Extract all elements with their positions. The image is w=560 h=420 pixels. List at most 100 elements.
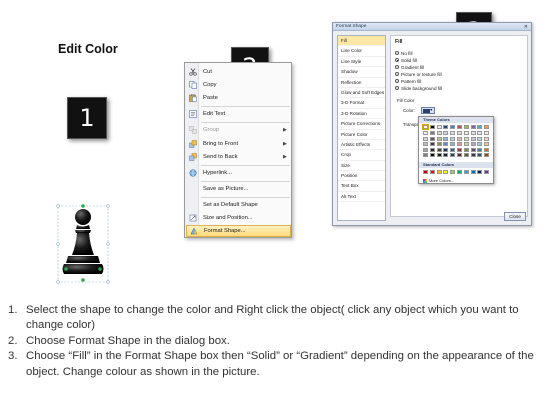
theme-color-shade-swatch[interactable]: [470, 147, 476, 152]
theme-color-shade-swatch[interactable]: [484, 147, 490, 152]
standard-color-swatch[interactable]: [436, 170, 442, 174]
theme-color-shade-swatch[interactable]: [470, 131, 476, 135]
menu-item-size-position[interactable]: Size and Position...: [186, 212, 291, 224]
category-line-style[interactable]: Line Style: [338, 57, 385, 68]
menu-item-set-default-shape[interactable]: Set as Default Shape: [186, 199, 291, 211]
theme-color-shade-swatch[interactable]: [484, 136, 490, 141]
category-3d-rotation[interactable]: 3-D Rotation: [338, 109, 385, 120]
standard-color-swatch[interactable]: [450, 170, 456, 174]
theme-color-shade-swatch[interactable]: [429, 131, 435, 135]
standard-color-swatch[interactable]: [470, 170, 476, 174]
theme-color-shade-swatch[interactable]: [470, 136, 476, 141]
menu-item-edit-text[interactable]: Edit Text: [186, 108, 291, 120]
category-position[interactable]: Position: [338, 171, 385, 182]
theme-color-shade-swatch[interactable]: [450, 131, 456, 135]
theme-color-shade-swatch[interactable]: [463, 147, 469, 152]
theme-color-shade-swatch[interactable]: [443, 153, 449, 158]
theme-color-shade-swatch[interactable]: [423, 153, 428, 158]
menu-item-bring-to-front[interactable]: Bring to Front ▶: [186, 138, 291, 150]
fill-option-pattern[interactable]: Pattern fill: [395, 78, 421, 84]
theme-color-shade-swatch[interactable]: [457, 136, 462, 141]
theme-color-shade-swatch[interactable]: [463, 142, 469, 147]
standard-color-swatch[interactable]: [463, 170, 469, 174]
theme-color-shade-swatch[interactable]: [450, 136, 456, 141]
fill-option-gradient[interactable]: Gradient fill: [395, 64, 424, 70]
theme-color-shade-swatch[interactable]: [443, 136, 449, 141]
category-crop[interactable]: Crop: [338, 150, 385, 161]
theme-color-shade-swatch[interactable]: [429, 136, 435, 141]
category-line-color[interactable]: Line Color: [338, 46, 385, 57]
category-picture-corrections[interactable]: Picture Corrections: [338, 119, 385, 130]
theme-color-swatch[interactable]: [477, 125, 483, 129]
theme-color-shade-swatch[interactable]: [463, 131, 469, 135]
category-fill[interactable]: Fill: [338, 36, 385, 47]
theme-color-shade-swatch[interactable]: [423, 147, 428, 152]
theme-color-shade-swatch[interactable]: [450, 147, 456, 152]
theme-color-shade-swatch[interactable]: [477, 131, 483, 135]
theme-color-swatch[interactable]: [443, 125, 449, 129]
menu-item-cut[interactable]: Cut: [186, 66, 291, 78]
theme-color-shade-swatch[interactable]: [463, 136, 469, 141]
category-3d-format[interactable]: 3-D Format: [338, 98, 385, 109]
theme-color-shade-swatch[interactable]: [436, 131, 442, 135]
theme-color-shade-swatch[interactable]: [457, 147, 462, 152]
theme-color-shade-swatch[interactable]: [450, 153, 456, 158]
theme-color-shade-swatch[interactable]: [477, 142, 483, 147]
fill-option-slide-background[interactable]: Slide background fill: [395, 85, 442, 91]
category-glow-soft-edges[interactable]: Glow and Soft Edges: [338, 88, 385, 99]
theme-color-swatch[interactable]: [463, 125, 469, 129]
theme-color-swatch[interactable]: [436, 125, 442, 129]
theme-color-shade-swatch[interactable]: [463, 153, 469, 158]
standard-color-swatch[interactable]: [457, 170, 462, 174]
theme-color-shade-swatch[interactable]: [436, 142, 442, 147]
theme-color-shade-swatch[interactable]: [457, 142, 462, 147]
fill-option-no-fill[interactable]: No fill: [395, 50, 413, 56]
theme-color-shade-swatch[interactable]: [484, 153, 490, 158]
theme-color-shade-swatch[interactable]: [470, 153, 476, 158]
menu-item-group[interactable]: Group ▶: [186, 124, 291, 136]
close-button[interactable]: Close: [504, 212, 526, 221]
category-artistic-effects[interactable]: Artistic Effects: [338, 140, 385, 151]
menu-item-copy[interactable]: Copy: [186, 79, 291, 91]
theme-color-shade-swatch[interactable]: [457, 153, 462, 158]
menu-item-hyperlink[interactable]: Hyperlink...: [186, 167, 291, 179]
standard-color-swatch[interactable]: [477, 170, 483, 174]
category-picture-color[interactable]: Picture Color: [338, 130, 385, 140]
theme-color-shade-swatch[interactable]: [443, 142, 449, 147]
theme-color-shade-swatch[interactable]: [457, 131, 462, 135]
menu-item-send-to-back[interactable]: Send to Back ▶: [186, 151, 291, 163]
theme-color-shade-swatch[interactable]: [429, 142, 435, 147]
category-alt-text[interactable]: Alt Text: [338, 192, 385, 203]
theme-color-shade-swatch[interactable]: [423, 136, 428, 141]
close-icon[interactable]: ✕: [524, 23, 528, 31]
fill-option-solid[interactable]: Solid fill: [395, 57, 417, 63]
theme-color-swatch[interactable]: [422, 124, 429, 130]
theme-color-swatch[interactable]: [450, 125, 456, 129]
theme-color-shade-swatch[interactable]: [477, 147, 483, 152]
category-text-box[interactable]: Text Box: [338, 181, 385, 192]
theme-color-swatch[interactable]: [470, 125, 476, 129]
theme-color-shade-swatch[interactable]: [443, 131, 449, 135]
theme-color-shade-swatch[interactable]: [423, 142, 428, 147]
standard-color-swatch[interactable]: [443, 170, 449, 174]
fill-option-picture-texture[interactable]: Picture or texture fill: [395, 71, 442, 77]
standard-color-swatch[interactable]: [423, 170, 428, 174]
theme-color-shade-swatch[interactable]: [436, 147, 442, 152]
theme-color-shade-swatch[interactable]: [443, 147, 449, 152]
theme-color-shade-swatch[interactable]: [477, 136, 483, 141]
theme-color-shade-swatch[interactable]: [470, 142, 476, 147]
pawn-shape[interactable]: [55, 203, 111, 285]
theme-color-shade-swatch[interactable]: [429, 153, 435, 158]
more-colors-button[interactable]: More Colors...: [423, 178, 454, 184]
standard-color-swatch[interactable]: [429, 170, 435, 174]
theme-color-shade-swatch[interactable]: [436, 153, 442, 158]
theme-color-swatch[interactable]: [457, 125, 462, 129]
category-shadow[interactable]: Shadow: [338, 67, 385, 78]
menu-item-paste[interactable]: Paste: [186, 92, 291, 104]
fill-color-dropdown[interactable]: ▼: [421, 107, 435, 114]
theme-color-shade-swatch[interactable]: [484, 131, 490, 135]
theme-color-shade-swatch[interactable]: [436, 136, 442, 141]
theme-color-shade-swatch[interactable]: [423, 131, 428, 135]
standard-color-swatch[interactable]: [484, 170, 490, 174]
theme-color-swatch[interactable]: [484, 125, 490, 129]
